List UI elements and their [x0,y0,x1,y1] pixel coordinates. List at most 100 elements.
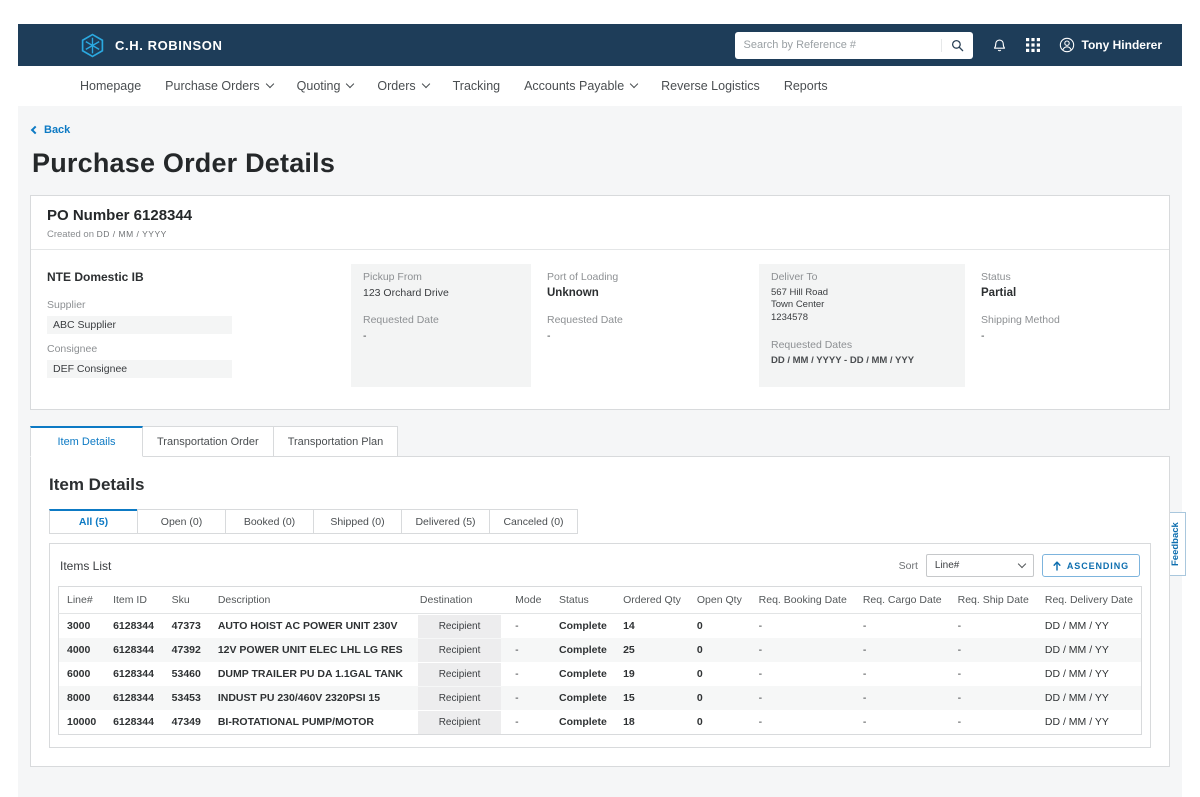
requested-dates-value: DD / MM / YYYY - DD / MM / YYY [771,355,953,367]
cell-description: BI-ROTATIONAL PUMP/MOTOR [210,710,412,735]
cell-req-cargo-date: - [855,614,950,639]
cell-item-id: 6128344 [105,686,164,710]
po-card-header: PO Number 6128344 Created on DD / MM / Y… [31,196,1169,250]
deliver-to-line1: 567 Hill Road [771,287,953,299]
cell-description: AUTO HOIST AC POWER UNIT 230V [210,614,412,639]
filter-tab-shipped-0[interactable]: Shipped (0) [313,509,402,534]
port-of-loading-value: Unknown [547,287,743,299]
po-detail-grid: NTE Domestic IB Supplier ABC Supplier Co… [31,250,1169,409]
nav-item-purchase-orders[interactable]: Purchase Orders [165,79,272,93]
items-table-body: 3000612834447373AUTO HOIST AC POWER UNIT… [59,614,1142,735]
filter-tab-delivered-5[interactable]: Delivered (5) [401,509,490,534]
cell-req-booking-date: - [751,662,855,686]
user-menu[interactable]: Tony Hinderer [1059,37,1162,53]
po-col-deliver: Deliver To 567 Hill Road Town Center 123… [759,264,965,387]
items-table-head-row: Line#Item IDSkuDescriptionDestinationMod… [59,587,1142,614]
content: Back Purchase Order Details PO Number 61… [18,106,1182,797]
column-header-sku: Sku [164,587,210,614]
back-link[interactable]: Back [32,124,70,136]
sort-select[interactable]: Line# [926,554,1034,577]
table-row[interactable]: 8000612834453453INDUST PU 230/460V 2320P… [59,686,1142,710]
cell-mode: - [507,710,551,735]
filter-tab-open-0[interactable]: Open (0) [137,509,226,534]
search-input[interactable] [744,39,941,51]
nav-item-label: Homepage [80,79,141,93]
shipping-method-value: - [981,330,1153,342]
apps-grid-icon[interactable] [1026,38,1040,52]
nav-item-orders[interactable]: Orders [377,79,428,93]
destination-placeholder: Recipient [418,615,501,638]
pickup-requested-date-value: - [363,330,519,342]
main-nav: Homepage Purchase Orders Quoting Orders Trac… [18,66,1182,106]
created-on: Created on DD / MM / YYYY [47,229,1153,240]
tab-item-details[interactable]: Item Details [30,426,143,457]
nav-item-accounts-payable[interactable]: Accounts Payable [524,79,637,93]
items-panel: Items List Sort Line# ASCE [49,543,1151,748]
cell-destination: Recipient [412,638,507,662]
cell-status: Complete [551,662,615,686]
port-requested-date-label: Requested Date [547,314,743,326]
port-requested-date-value: - [547,330,743,342]
cell-req-ship-date: - [950,686,1037,710]
sort-selected-value: Line# [935,560,959,571]
cell-line: 3000 [59,614,106,639]
deliver-to-label: Deliver To [771,271,953,283]
table-row[interactable]: 3000612834447373AUTO HOIST AC POWER UNIT… [59,614,1142,639]
notifications-bell-icon[interactable] [992,37,1007,53]
filter-tab-booked-0[interactable]: Booked (0) [225,509,314,534]
cell-destination: Recipient [412,686,507,710]
nav-item-homepage[interactable]: Homepage [80,79,141,93]
user-name: Tony Hinderer [1082,38,1162,52]
supplier-value: ABC Supplier [47,316,232,334]
chr-logo-icon [80,33,105,58]
nav-item-tracking[interactable]: Tracking [453,79,500,93]
consignee-value: DEF Consignee [47,360,232,378]
cell-req-ship-date: - [950,662,1037,686]
cell-status: Complete [551,638,615,662]
brand[interactable]: C.H. ROBINSON [80,33,222,58]
cell-status: Complete [551,614,615,639]
filter-tab-all-5[interactable]: All (5) [49,509,138,534]
items-table: Line#Item IDSkuDescriptionDestinationMod… [58,586,1142,735]
deliver-to-line2: Town Center [771,299,953,311]
chevron-down-icon [421,80,429,88]
cell-req-delivery-date: DD / MM / YY [1037,638,1142,662]
search-icon[interactable] [941,39,964,52]
sort-label: Sort [899,560,918,572]
po-col-status: Status Partial Shipping Method - [981,264,1153,387]
cell-ordered-qty: 15 [615,686,689,710]
filter-tab-canceled-0[interactable]: Canceled (0) [489,509,578,534]
items-list-header: Items List Sort Line# ASCE [58,552,1142,586]
cell-status: Complete [551,686,615,710]
destination-placeholder: Recipient [418,687,501,710]
page-title: Purchase Order Details [32,148,1170,179]
status-value: Partial [981,287,1153,299]
tab-panel-item-details: Item Details All (5)Open (0)Booked (0)Sh… [30,456,1170,767]
arrow-up-icon [1053,561,1061,571]
cell-mode: - [507,686,551,710]
nav-item-reports[interactable]: Reports [784,79,828,93]
cell-line: 4000 [59,638,106,662]
table-row[interactable]: 6000612834453460DUMP TRAILER PU DA 1.1GA… [59,662,1142,686]
cell-req-delivery-date: DD / MM / YY [1037,686,1142,710]
tab-transportation-plan[interactable]: Transportation Plan [273,426,399,457]
chevron-down-icon [346,80,354,88]
column-header-status: Status [551,587,615,614]
cell-req-booking-date: - [751,686,855,710]
consignee-label: Consignee [47,343,335,355]
deliver-to-line3: 1234578 [771,312,953,324]
pickup-from-value: 123 Orchard Drive [363,287,519,299]
cell-mode: - [507,662,551,686]
sort-direction-button[interactable]: ASCENDING [1042,554,1140,577]
table-row[interactable]: 10000612834447349BI-ROTATIONAL PUMP/MOTO… [59,710,1142,735]
chevron-down-icon [1018,559,1026,567]
brand-name: C.H. ROBINSON [115,38,222,53]
tab-transportation-order[interactable]: Transportation Order [142,426,274,457]
table-row[interactable]: 400061283444739212V POWER UNIT ELEC LHL … [59,638,1142,662]
cell-ordered-qty: 25 [615,638,689,662]
cell-status: Complete [551,710,615,735]
nav-item-reverse-logistics[interactable]: Reverse Logistics [661,79,760,93]
nav-item-quoting[interactable]: Quoting [297,79,354,93]
supplier-label: Supplier [47,299,335,311]
nav-item-label: Reverse Logistics [661,79,760,93]
